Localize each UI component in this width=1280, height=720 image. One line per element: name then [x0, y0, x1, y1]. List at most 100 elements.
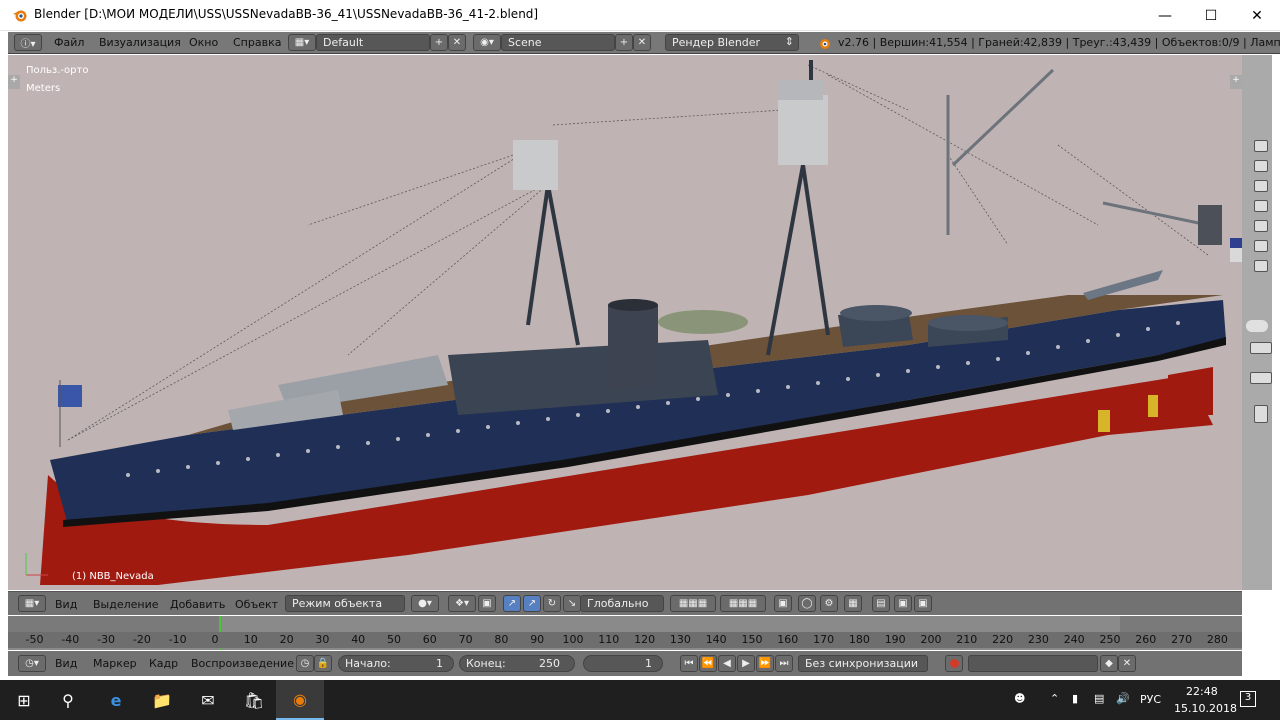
people-icon[interactable]: ☻	[1014, 692, 1025, 705]
menu-render[interactable]: Визуализация	[99, 36, 181, 49]
layers-grid-2[interactable]: ▦▦▦	[720, 595, 766, 612]
menu-object[interactable]: Объект	[235, 598, 278, 611]
clock-time[interactable]: 22:48	[1186, 685, 1218, 698]
end-label: Конец:	[466, 657, 506, 670]
end-frame-field[interactable]: Конец: 250	[459, 655, 575, 672]
maximize-button[interactable]: ☐	[1188, 0, 1234, 31]
render-engine-select[interactable]: Рендер Blender ⇕	[665, 34, 799, 51]
jump-keyframe-forward-icon[interactable]: ⏩	[756, 655, 774, 672]
close-button[interactable]: ✕	[1234, 0, 1280, 31]
file-explorer-icon[interactable]: 📁	[138, 680, 186, 720]
editor-type-3d-icon[interactable]: ▦▾	[18, 595, 46, 612]
camera-icon-5[interactable]	[1254, 220, 1268, 232]
lock-time-icon[interactable]: 🔒	[314, 655, 332, 672]
snap-icon[interactable]: ▣	[478, 595, 496, 612]
menu-frame[interactable]: Кадр	[149, 657, 178, 670]
insert-keyframe-icon[interactable]: ◆	[1100, 655, 1118, 672]
add-scene-button[interactable]: +	[615, 34, 633, 51]
object-mode-select[interactable]: Режим объекта	[285, 595, 405, 612]
menu-view[interactable]: Вид	[55, 598, 77, 611]
add-screen-button[interactable]: +	[430, 34, 448, 51]
start-frame-field[interactable]: Начало: 1	[338, 655, 454, 672]
camera-icon-7[interactable]	[1254, 260, 1268, 272]
pivot-icon[interactable]: ❖▾	[448, 595, 476, 612]
remove-scene-button[interactable]: ✕	[633, 34, 651, 51]
camera-icon-1[interactable]	[1254, 140, 1268, 152]
editor-type-icon[interactable]	[1250, 342, 1272, 354]
sync-select[interactable]: Без синхронизации	[798, 655, 928, 672]
battery-icon[interactable]: ▮	[1072, 692, 1078, 705]
layers-grid-1[interactable]: ▦▦▦	[670, 595, 716, 612]
preview-range-icon[interactable]: ◷	[296, 655, 314, 672]
mail-icon[interactable]: ✉	[184, 680, 232, 720]
timeline-tick-label: 280	[1206, 633, 1228, 646]
rotate-icon[interactable]: ↻	[543, 595, 561, 612]
notification-count: 3	[1244, 692, 1252, 703]
menu-playback[interactable]: Воспроизведение	[191, 657, 294, 670]
input-language[interactable]: РУС	[1140, 693, 1161, 706]
camera-icon-4[interactable]	[1254, 200, 1268, 212]
scroll-arrows-icon[interactable]	[1254, 405, 1268, 423]
proportional-edit-icon[interactable]: ◯	[798, 595, 816, 612]
network-icon[interactable]: ▤	[1094, 692, 1104, 705]
menu-timeline-view[interactable]: Вид	[55, 657, 77, 670]
3d-viewport[interactable]: Польз.-орто Meters + + (1) NBB_Nevada	[8, 55, 1242, 590]
editor-type-timeline-icon[interactable]: ◷▾	[18, 655, 46, 672]
play-reverse-icon[interactable]: ◀	[718, 655, 736, 672]
play-icon[interactable]: ▶	[737, 655, 755, 672]
jump-end-icon[interactable]: ⏭	[775, 655, 793, 672]
manipulator-icon[interactable]: ↗	[503, 595, 521, 612]
screen-layout-icon[interactable]: ▦▾	[288, 34, 316, 51]
menu-help[interactable]: Справка	[233, 36, 281, 49]
end-value: 250	[539, 657, 560, 670]
timeline-tick-label: 260	[1135, 633, 1157, 646]
camera-icon-6[interactable]	[1254, 240, 1268, 252]
show-hidden-icons[interactable]: ⌃	[1050, 692, 1059, 705]
scene-field[interactable]: Scene	[501, 34, 615, 51]
timeline-area[interactable]: -50 -40 -30 -20 -10 0 10 20 30 40 50 60 70 80 90 100 110…	[8, 616, 1242, 650]
minimize-button[interactable]: —	[1142, 0, 1188, 31]
editor-type-info-icon[interactable]: ⓘ▾	[14, 34, 42, 51]
store-icon[interactable]: 🛍	[230, 680, 278, 720]
snap-element-icon[interactable]: ⚙	[820, 595, 838, 612]
pin-icon[interactable]	[1250, 372, 1272, 384]
camera-icon-2[interactable]	[1254, 160, 1268, 172]
timeline-tick-label: 240	[1063, 633, 1085, 646]
scale-icon[interactable]: ↘	[563, 595, 581, 612]
scroll-handle[interactable]	[1246, 320, 1268, 332]
record-icon[interactable]	[945, 655, 963, 672]
render-anim-icon[interactable]: ▣	[914, 595, 932, 612]
volume-icon[interactable]: 🔊	[1116, 692, 1130, 705]
active-object-label: (1) NBB_Nevada	[72, 571, 154, 582]
timeline-ticks: -50 -40 -30 -20 -10 0 10 20 30 40 50 60 70 80 90 100 110…	[8, 632, 1242, 648]
blender-taskbar-icon[interactable]: ◉	[276, 680, 324, 720]
windows-start-icon[interactable]: ⊞	[0, 680, 48, 720]
jump-keyframe-back-icon[interactable]: ⏪	[699, 655, 717, 672]
render-icon[interactable]: ▣	[894, 595, 912, 612]
remove-screen-button[interactable]: ✕	[448, 34, 466, 51]
menu-add[interactable]: Добавить	[170, 598, 225, 611]
screen-layout-field[interactable]: Default	[316, 34, 430, 51]
orientation-select[interactable]: Глобально	[580, 595, 664, 612]
current-frame-field[interactable]: 1	[583, 655, 663, 672]
align-icon[interactable]: ▤	[872, 595, 890, 612]
clock-date[interactable]: 15.10.2018	[1174, 702, 1237, 715]
menu-select[interactable]: Выделение	[93, 598, 159, 611]
viewport-shading-icon[interactable]: ●▾	[411, 595, 439, 612]
translate-icon[interactable]: ↗	[523, 595, 541, 612]
search-icon[interactable]: ⚲	[44, 680, 92, 720]
edge-browser-icon[interactable]: e	[92, 680, 140, 720]
timeline-tick-label: -20	[132, 633, 151, 646]
keying-set-field[interactable]	[968, 655, 1098, 672]
camera-icon-3[interactable]	[1254, 180, 1268, 192]
notification-center-icon[interactable]: 3	[1240, 691, 1256, 707]
object-mode-label: Режим объекта	[292, 597, 383, 610]
jump-start-icon[interactable]: ⏮	[680, 655, 698, 672]
menu-file[interactable]: Файл	[54, 36, 84, 49]
scene-icon[interactable]: ◉▾	[473, 34, 501, 51]
delete-keyframe-icon[interactable]: ✕	[1118, 655, 1136, 672]
menu-window[interactable]: Окно	[189, 36, 218, 49]
menu-marker[interactable]: Маркер	[93, 657, 137, 670]
lock-layers-icon[interactable]: ▣	[774, 595, 792, 612]
snap-target-icon[interactable]: ▦	[844, 595, 862, 612]
